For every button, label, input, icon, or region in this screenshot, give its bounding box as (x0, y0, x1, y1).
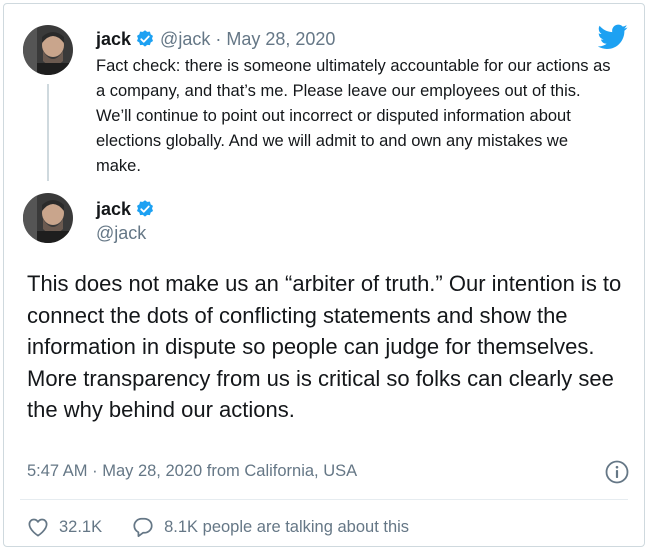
like-button[interactable]: 32.1K (27, 517, 102, 537)
main-author-name[interactable]: jack (96, 199, 131, 220)
main-author-name-row: jack (96, 197, 160, 221)
parent-tweet-text: Fact check: there is someone ultimately … (96, 57, 611, 175)
embedded-tweet-card: jack @jack · May 28, 2020 Fact check: th… (3, 3, 645, 547)
heart-icon (28, 518, 48, 537)
twitter-bird-icon[interactable] (597, 24, 628, 50)
parent-tweet-date[interactable]: May 28, 2020 (226, 29, 335, 50)
engagement-bar: 32.1K 8.1K people are talking about this (27, 514, 409, 540)
tweet-timestamp[interactable]: 5:47 AM · May 28, 2020 from California, … (27, 462, 357, 481)
info-icon[interactable] (604, 459, 630, 485)
thread-connector-line (47, 84, 49, 181)
parent-tweet-header: jack @jack · May 28, 2020 (96, 26, 335, 52)
verified-badge-icon (135, 199, 155, 219)
conversation-text: 8.1K people are talking about this (164, 517, 410, 536)
speech-bubble-icon (133, 517, 153, 538)
main-tweet-text: This does not make us an “arbiter of tru… (27, 271, 622, 422)
verified-badge-icon (135, 29, 155, 49)
conversation-button[interactable]: 8.1K people are talking about this (132, 516, 409, 538)
parent-author-name[interactable]: jack (96, 29, 131, 50)
main-author-handle[interactable]: @jack (96, 223, 146, 244)
parent-avatar[interactable] (23, 25, 73, 75)
like-count: 32.1K (59, 517, 103, 536)
main-avatar[interactable] (23, 193, 73, 243)
actions-divider (20, 499, 628, 500)
header-separator: · (215, 28, 222, 49)
parent-author-handle[interactable]: @jack (160, 29, 210, 50)
